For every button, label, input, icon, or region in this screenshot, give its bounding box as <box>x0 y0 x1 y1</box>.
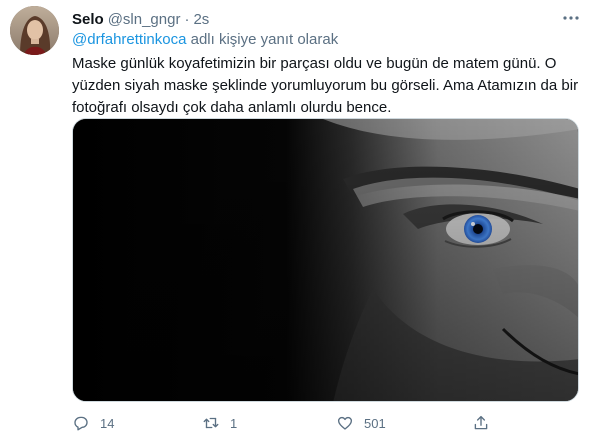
heart-icon <box>337 416 353 430</box>
reply-context-label: adlı kişiye yanıt olarak <box>186 31 339 48</box>
more-options-button[interactable] <box>561 10 581 26</box>
tweet-text: Maske günlük koyafetimizin bir parçası o… <box>72 55 579 116</box>
tweet-header: Selo @sln_gngr · 2s <box>72 9 209 29</box>
avatar-image <box>10 6 59 55</box>
tweet[interactable]: Selo @sln_gngr · 2s @drfahrettinkoca adl… <box>0 0 593 437</box>
retweet-button[interactable]: 1 <box>202 412 237 434</box>
separator-dot: · <box>184 10 190 28</box>
more-dots-icon <box>563 16 579 20</box>
display-name[interactable]: Selo <box>72 11 104 28</box>
reply-context: @drfahrettinkoca adlı kişiye yanıt olara… <box>72 31 338 48</box>
reply-mention-link[interactable]: @drfahrettinkoca <box>72 31 186 48</box>
like-count: 501 <box>364 415 386 431</box>
share-button[interactable] <box>472 412 490 434</box>
like-button[interactable]: 501 <box>336 412 386 434</box>
avatar[interactable] <box>10 6 59 55</box>
reply-count: 14 <box>100 415 115 431</box>
retweet-icon <box>203 417 219 429</box>
tweet-actions: 14 1 501 <box>72 412 552 434</box>
reply-bubble-icon <box>74 416 88 431</box>
user-handle[interactable]: @sln_gngr <box>108 11 181 28</box>
timestamp[interactable]: 2s <box>193 11 209 28</box>
tweet-image[interactable] <box>72 118 579 402</box>
portrait-photo <box>73 119 578 401</box>
share-icon <box>474 415 488 430</box>
reply-button[interactable]: 14 <box>72 412 114 434</box>
retweet-count: 1 <box>230 415 238 431</box>
